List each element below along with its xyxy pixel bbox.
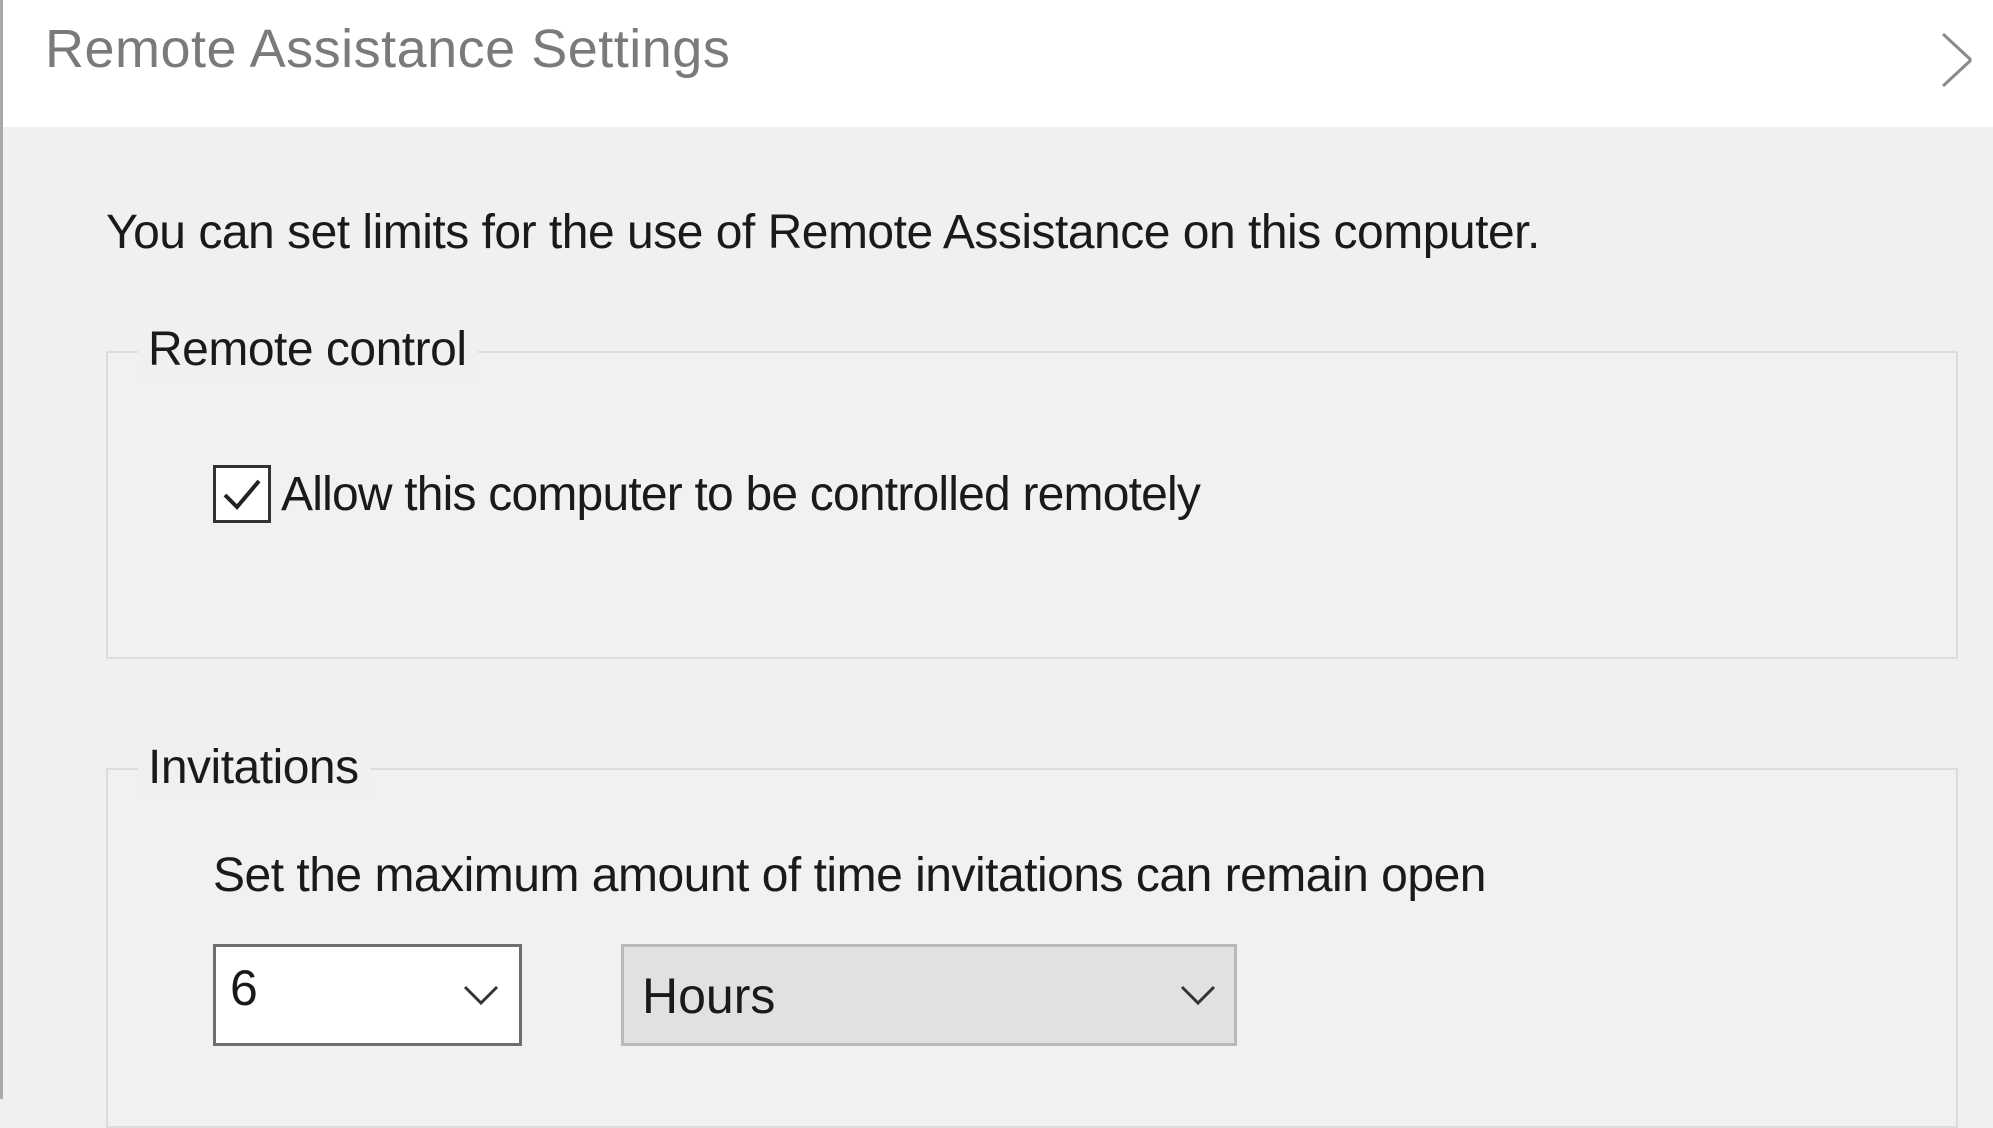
invitation-duration-value: 6 [230,960,258,1016]
chevron-down-icon [1180,985,1216,1006]
remote-assistance-settings-dialog: Remote Assistance Settings You can set l… [0,0,1993,1128]
allow-remote-control-label: Allow this computer to be controlled rem… [281,467,1201,521]
close-button[interactable] [1933,8,1993,108]
invitation-unit-select[interactable]: Hours [621,944,1237,1046]
invitation-unit-value: Hours [642,968,776,1024]
remote-control-legend: Remote control [138,322,479,377]
title-bar: Remote Assistance Settings [3,0,1993,127]
invitation-duration-select[interactable]: 6 [213,944,522,1046]
invitation-time-description: Set the maximum amount of time invitatio… [213,849,1486,902]
invitations-legend: Invitations [138,740,371,795]
checkmark-icon [223,479,261,510]
intro-text: You can set limits for the use of Remote… [106,206,1540,259]
chevron-down-icon [463,985,499,1006]
allow-remote-control-checkbox[interactable] [213,465,271,523]
close-icon [1941,32,1973,88]
dialog-title: Remote Assistance Settings [45,19,731,79]
allow-remote-control-option[interactable]: Allow this computer to be controlled rem… [213,465,1201,523]
